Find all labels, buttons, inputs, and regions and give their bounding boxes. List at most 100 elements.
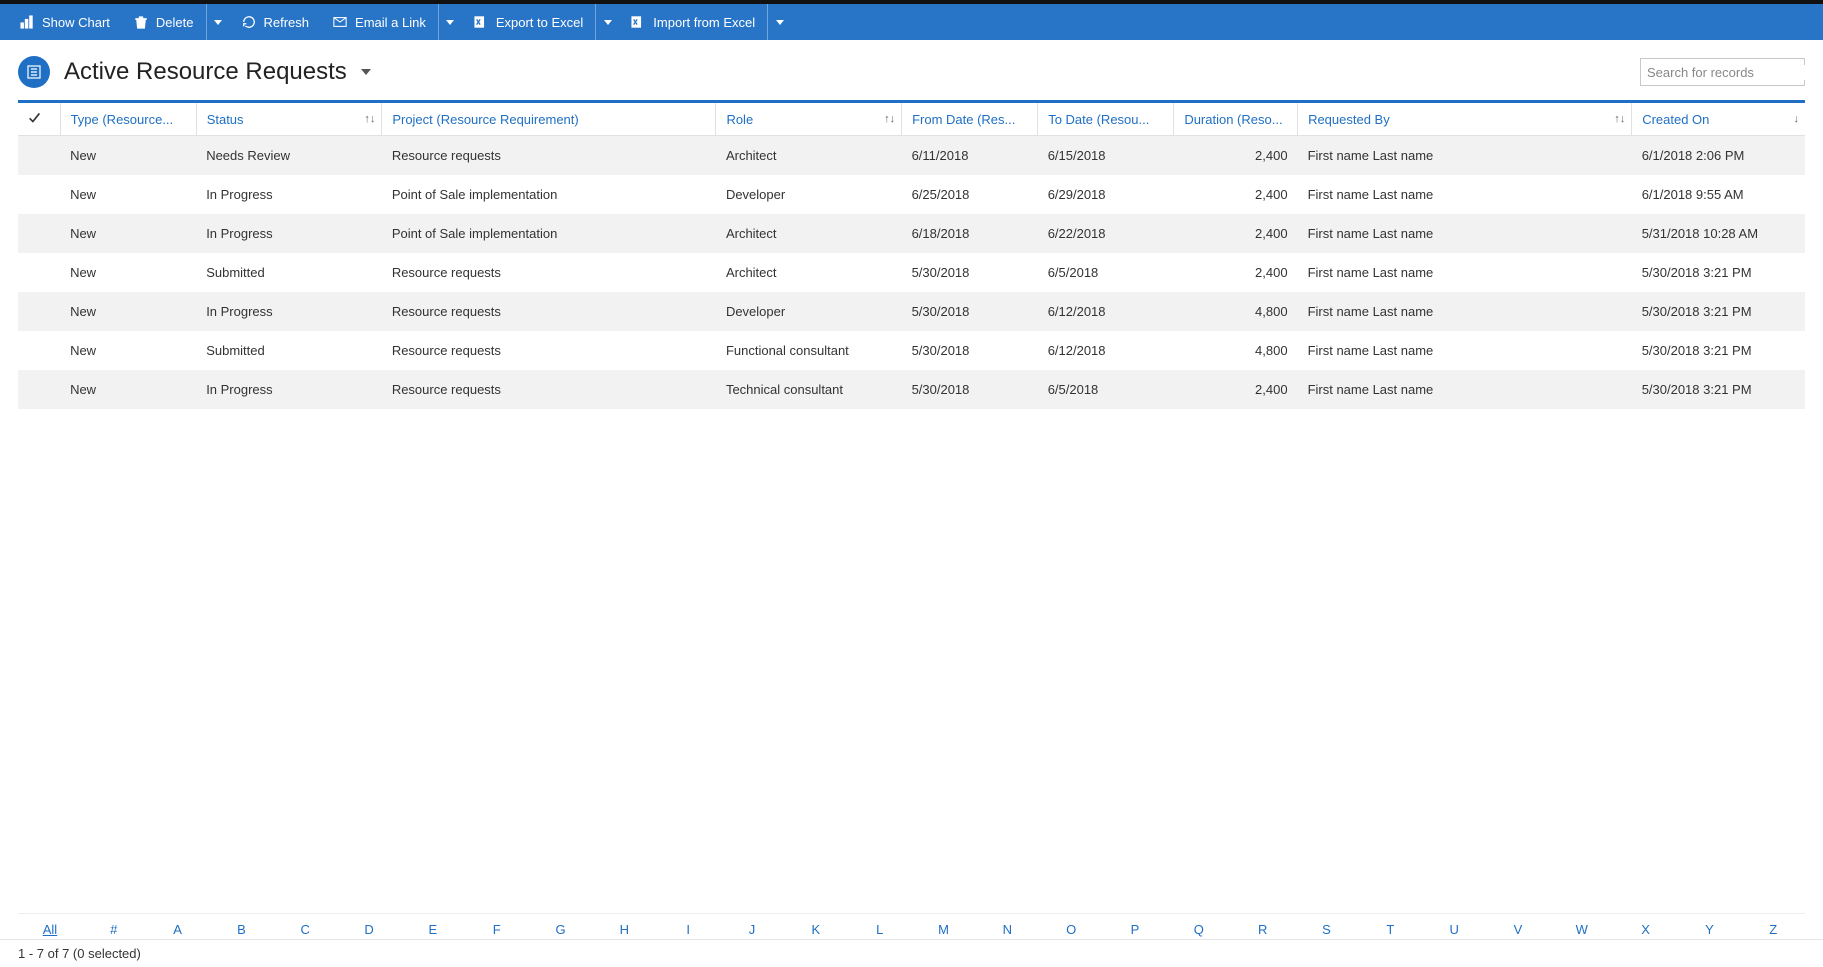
cell-created-on: 5/31/2018 10:28 AM [1632,214,1805,253]
delete-button[interactable]: Delete [122,4,206,40]
cell-requested-by[interactable]: First name Last name [1298,253,1632,292]
alpha-filter-u[interactable]: U [1422,920,1486,939]
export-excel-split-button[interactable] [595,4,619,40]
row-selector[interactable] [18,136,60,176]
refresh-icon [242,15,256,29]
cell-type: New [60,175,196,214]
cell-status: Submitted [196,253,382,292]
alpha-filter-i[interactable]: I [656,920,720,939]
cell-duration: 2,400 [1174,214,1298,253]
alpha-filter-b[interactable]: B [209,920,273,939]
view-selector-chevron-icon[interactable] [361,69,371,75]
cell-role[interactable]: Developer [716,292,902,331]
alpha-filter-p[interactable]: P [1103,920,1167,939]
col-requested-by[interactable]: Requested By↑↓ [1298,102,1632,136]
col-created-on[interactable]: Created On↓ [1632,102,1805,136]
search-box[interactable] [1640,58,1805,86]
cell-created-on: 5/30/2018 3:21 PM [1632,331,1805,370]
table-row[interactable]: NewIn ProgressPoint of Sale implementati… [18,175,1805,214]
col-duration[interactable]: Duration (Reso... [1174,102,1298,136]
col-project[interactable]: Project (Resource Requirement) [382,102,716,136]
cell-role[interactable]: Architect [716,253,902,292]
col-role[interactable]: Role↑↓ [716,102,902,136]
row-selector[interactable] [18,214,60,253]
cell-role[interactable]: Developer [716,175,902,214]
cell-role[interactable]: Architect [716,214,902,253]
alpha-filter-l[interactable]: L [848,920,912,939]
import-excel-button[interactable]: Import from Excel [619,4,767,40]
table-row[interactable]: NewIn ProgressResource requestsTechnical… [18,370,1805,409]
refresh-button[interactable]: Refresh [230,4,322,40]
show-chart-button[interactable]: Show Chart [8,4,122,40]
alpha-filter-o[interactable]: O [1039,920,1103,939]
row-selector[interactable] [18,253,60,292]
col-from-date[interactable]: From Date (Res... [902,102,1038,136]
cell-type: New [60,136,196,176]
alpha-filter-all[interactable]: All [18,920,82,939]
alpha-filter-c[interactable]: C [273,920,337,939]
cell-requested-by[interactable]: First name Last name [1298,292,1632,331]
alpha-filter-m[interactable]: M [912,920,976,939]
alpha-filter-j[interactable]: J [720,920,784,939]
table-row[interactable]: NewNeeds ReviewResource requestsArchitec… [18,136,1805,176]
select-all-header[interactable] [18,102,60,136]
status-bar: 1 - 7 of 7 (0 selected) [0,939,1823,967]
alpha-filter-t[interactable]: T [1358,920,1422,939]
alpha-filter-v[interactable]: V [1486,920,1550,939]
alpha-filter-w[interactable]: W [1550,920,1614,939]
alpha-filter-#[interactable]: # [82,920,146,939]
alpha-filter-x[interactable]: X [1614,920,1678,939]
cell-requested-by[interactable]: First name Last name [1298,331,1632,370]
row-selector[interactable] [18,292,60,331]
page-title: Active Resource Requests [64,58,347,86]
email-link-split-button[interactable] [438,4,462,40]
alpha-filter-q[interactable]: Q [1167,920,1231,939]
row-selector[interactable] [18,175,60,214]
cell-requested-by[interactable]: First name Last name [1298,214,1632,253]
table-row[interactable]: NewSubmittedResource requestsFunctional … [18,331,1805,370]
cell-from-date: 5/30/2018 [902,253,1038,292]
cell-role[interactable]: Technical consultant [716,370,902,409]
cell-requested-by[interactable]: First name Last name [1298,175,1632,214]
search-input[interactable] [1647,65,1823,80]
alpha-filter-k[interactable]: K [784,920,848,939]
alpha-filter-s[interactable]: S [1295,920,1359,939]
alpha-filter-z[interactable]: Z [1741,920,1805,939]
cell-requested-by[interactable]: First name Last name [1298,370,1632,409]
cell-role[interactable]: Functional consultant [716,331,902,370]
table-row[interactable]: NewIn ProgressPoint of Sale implementati… [18,214,1805,253]
email-link-button[interactable]: Email a Link [321,4,438,40]
cell-role[interactable]: Architect [716,136,902,176]
row-selector[interactable] [18,331,60,370]
alpha-filter-d[interactable]: D [337,920,401,939]
cell-status: Submitted [196,331,382,370]
alpha-filter-a[interactable]: A [146,920,210,939]
alpha-filter-e[interactable]: E [401,920,465,939]
chart-icon [20,15,34,29]
export-excel-button[interactable]: Export to Excel [462,4,595,40]
alpha-filter-n[interactable]: N [975,920,1039,939]
alpha-filter-h[interactable]: H [592,920,656,939]
cell-status: Needs Review [196,136,382,176]
cell-type: New [60,292,196,331]
cell-status: In Progress [196,175,382,214]
cell-to-date: 6/12/2018 [1038,292,1174,331]
col-type[interactable]: Type (Resource... [60,102,196,136]
alpha-filter-r[interactable]: R [1231,920,1295,939]
delete-split-button[interactable] [206,4,230,40]
export-excel-label: Export to Excel [496,15,583,30]
col-status[interactable]: Status↑↓ [196,102,382,136]
cell-requested-by[interactable]: First name Last name [1298,136,1632,176]
alpha-filter-g[interactable]: G [529,920,593,939]
cell-duration: 4,800 [1174,292,1298,331]
table-row[interactable]: NewIn ProgressResource requestsDeveloper… [18,292,1805,331]
col-to-date[interactable]: To Date (Resou... [1038,102,1174,136]
row-selector[interactable] [18,370,60,409]
alpha-filter-f[interactable]: F [465,920,529,939]
alpha-filter-y[interactable]: Y [1678,920,1742,939]
table-row[interactable]: NewSubmittedResource requestsArchitect5/… [18,253,1805,292]
chevron-down-icon [446,20,454,25]
cell-project: Resource requests [382,331,716,370]
import-excel-split-button[interactable] [767,4,791,40]
sort-icon: ↑↓ [364,113,375,125]
